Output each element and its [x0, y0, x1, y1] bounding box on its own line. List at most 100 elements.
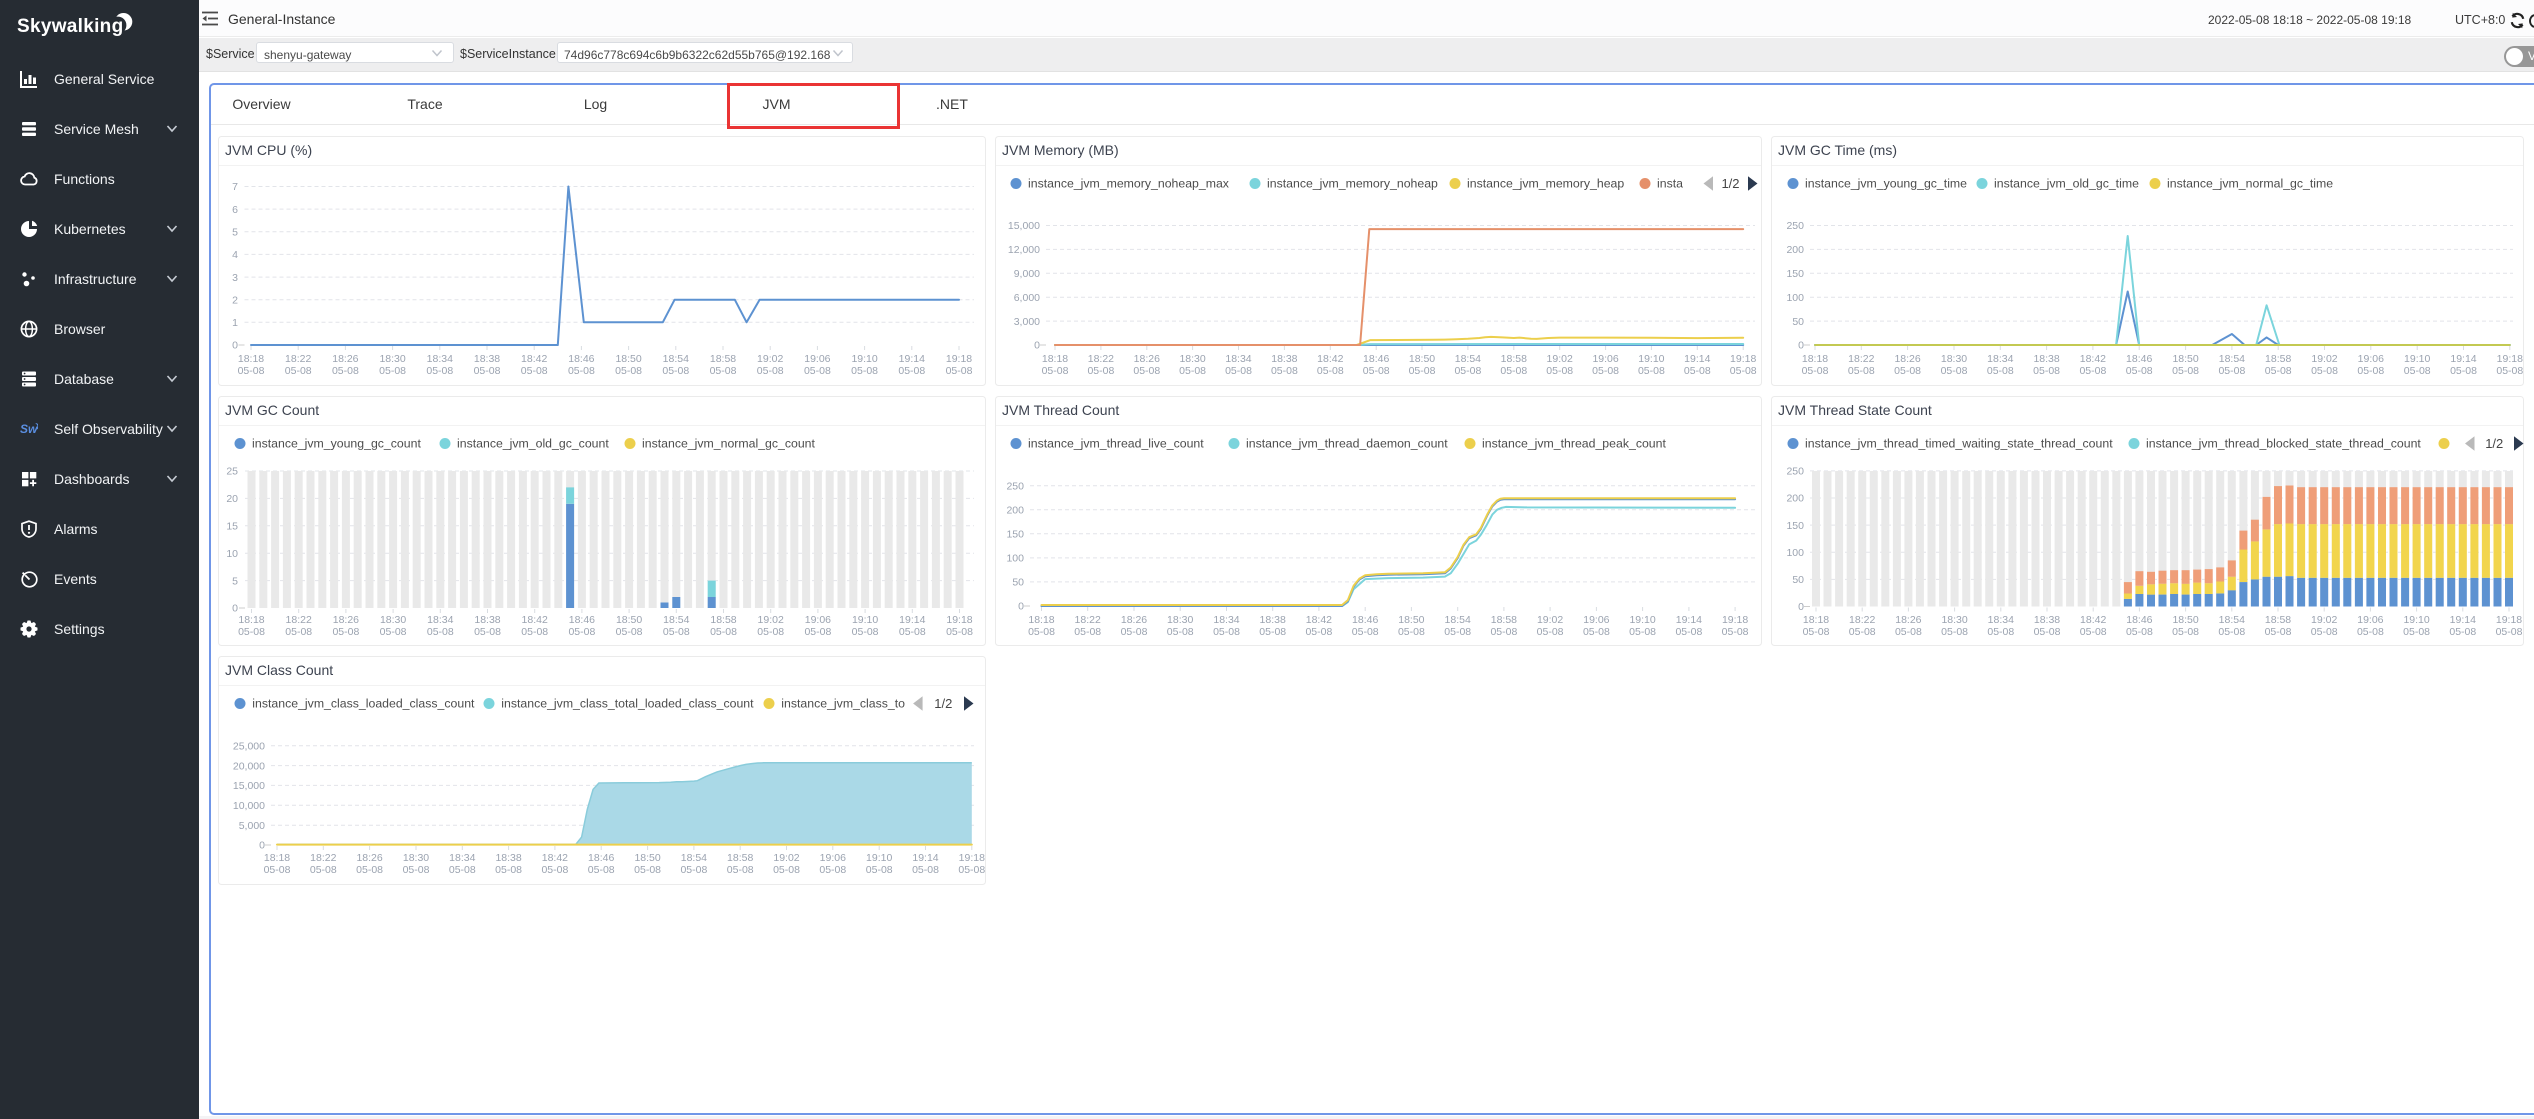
svg-text:18:58: 18:58: [710, 614, 736, 626]
svg-text:05-08: 05-08: [449, 864, 476, 876]
svg-text:05-08: 05-08: [521, 365, 548, 377]
svg-text:18:22: 18:22: [285, 353, 311, 365]
svg-text:19:06: 19:06: [2357, 614, 2383, 626]
svg-text:05-08: 05-08: [1133, 365, 1160, 377]
svg-text:19:18: 19:18: [1722, 614, 1748, 626]
svg-text:05-08: 05-08: [2404, 365, 2431, 377]
svg-text:05-08: 05-08: [1500, 365, 1527, 377]
svg-text:05-08: 05-08: [1894, 365, 1921, 377]
svg-text:05-08: 05-08: [680, 864, 707, 876]
svg-text:50: 50: [1012, 577, 1024, 589]
svg-text:instance_jvm_class_to: instance_jvm_class_to: [781, 697, 905, 711]
svg-text:0: 0: [1798, 601, 1804, 613]
svg-text:250: 250: [1786, 220, 1804, 232]
svg-text:18:26: 18:26: [356, 852, 382, 864]
svg-text:05-08: 05-08: [1444, 626, 1471, 638]
svg-text:19:10: 19:10: [2404, 353, 2430, 365]
svg-text:10: 10: [226, 548, 238, 560]
svg-text:19:14: 19:14: [912, 852, 938, 864]
svg-text:instance_jvm_memory_noheap: instance_jvm_memory_noheap: [1267, 177, 1438, 191]
svg-text:05-08: 05-08: [2449, 626, 2476, 638]
svg-text:18:22: 18:22: [1848, 353, 1874, 365]
svg-text:05-08: 05-08: [2172, 626, 2199, 638]
svg-text:JVM Thread State Count: JVM Thread State Count: [1778, 402, 1932, 418]
svg-text:05-08: 05-08: [2172, 365, 2199, 377]
svg-text:18:50: 18:50: [2172, 353, 2198, 365]
svg-text:150: 150: [1006, 529, 1024, 541]
svg-text:05-08: 05-08: [495, 864, 522, 876]
svg-text:18:42: 18:42: [521, 353, 547, 365]
svg-text:18:46: 18:46: [588, 852, 614, 864]
svg-text:05-08: 05-08: [2450, 365, 2477, 377]
svg-text:18:58: 18:58: [2265, 614, 2291, 626]
svg-text:5: 5: [232, 575, 238, 587]
svg-text:Sw: Sw: [20, 422, 38, 436]
svg-text:18:54: 18:54: [2219, 614, 2245, 626]
svg-text:18:26: 18:26: [333, 614, 359, 626]
svg-text:05-08: 05-08: [380, 626, 407, 638]
svg-text:0: 0: [1018, 601, 1024, 613]
svg-text:18:42: 18:42: [1317, 353, 1343, 365]
svg-text:05-08: 05-08: [1722, 626, 1749, 638]
svg-text:instance_jvm_thread_daemon_cou: instance_jvm_thread_daemon_count: [1246, 437, 1448, 451]
svg-text:05-08: 05-08: [332, 365, 359, 377]
svg-text:05-08: 05-08: [2218, 626, 2245, 638]
svg-text:18:46: 18:46: [2126, 353, 2152, 365]
svg-text:05-08: 05-08: [568, 626, 595, 638]
svg-text:05-08: 05-08: [946, 365, 973, 377]
svg-text:05-08: 05-08: [426, 365, 453, 377]
svg-text:05-08: 05-08: [1583, 626, 1610, 638]
svg-text:18:54: 18:54: [2219, 353, 2245, 365]
svg-text:instance_jvm_normal_gc_time: instance_jvm_normal_gc_time: [2167, 177, 2333, 191]
svg-text:18:54: 18:54: [663, 353, 689, 365]
svg-text:15,000: 15,000: [1008, 220, 1040, 232]
svg-text:05-08: 05-08: [710, 365, 737, 377]
svg-text:19:02: 19:02: [1547, 353, 1573, 365]
svg-text:05-08: 05-08: [1684, 365, 1711, 377]
svg-text:05-08: 05-08: [2311, 365, 2338, 377]
svg-text:18:34: 18:34: [1213, 614, 1239, 626]
svg-text:1/2: 1/2: [1721, 176, 1739, 191]
svg-text:05-08: 05-08: [727, 864, 754, 876]
svg-text:18:26: 18:26: [1134, 353, 1160, 365]
svg-text:19:14: 19:14: [2450, 353, 2476, 365]
svg-text:18:22: 18:22: [1075, 614, 1101, 626]
svg-text:18:34: 18:34: [1225, 353, 1251, 365]
svg-text:05-08: 05-08: [1895, 626, 1922, 638]
svg-text:1/2: 1/2: [2485, 436, 2503, 451]
svg-text:05-08: 05-08: [1028, 626, 1055, 638]
svg-text:18:26: 18:26: [1894, 353, 1920, 365]
svg-text:19:02: 19:02: [757, 353, 783, 365]
svg-text:05-08: 05-08: [1271, 365, 1298, 377]
svg-text:18:22: 18:22: [286, 614, 312, 626]
svg-text:instance_jvm_thread_blocked_st: instance_jvm_thread_blocked_state_thread…: [2146, 437, 2421, 451]
svg-text:4: 4: [232, 249, 238, 261]
svg-text:50: 50: [1792, 316, 1804, 328]
svg-text:0: 0: [259, 840, 265, 852]
svg-text:6: 6: [232, 204, 238, 216]
svg-text:18:50: 18:50: [634, 852, 660, 864]
svg-text:05-08: 05-08: [332, 626, 359, 638]
svg-text:3: 3: [232, 272, 238, 284]
svg-text:1/2: 1/2: [934, 696, 952, 711]
svg-text:19:10: 19:10: [2403, 614, 2429, 626]
svg-text:18:38: 18:38: [1260, 614, 1286, 626]
svg-text:19:14: 19:14: [899, 614, 925, 626]
svg-text:JVM CPU (%): JVM CPU (%): [225, 142, 312, 158]
svg-text:18:30: 18:30: [380, 614, 406, 626]
svg-text:19:10: 19:10: [852, 614, 878, 626]
svg-text:05-08: 05-08: [710, 626, 737, 638]
svg-text:05-08: 05-08: [1121, 626, 1148, 638]
svg-text:05-08: 05-08: [238, 365, 265, 377]
svg-text:19:18: 19:18: [959, 852, 985, 864]
svg-text:05-08: 05-08: [1638, 365, 1665, 377]
svg-text:19:10: 19:10: [851, 353, 877, 365]
svg-text:6,000: 6,000: [1014, 292, 1040, 304]
svg-text:18:54: 18:54: [681, 852, 707, 864]
svg-text:05-08: 05-08: [356, 864, 383, 876]
svg-text:05-08: 05-08: [403, 864, 430, 876]
svg-text:18:38: 18:38: [495, 852, 521, 864]
svg-text:18:54: 18:54: [1455, 353, 1481, 365]
svg-text:50: 50: [1792, 574, 1804, 586]
svg-text:0: 0: [232, 603, 238, 615]
